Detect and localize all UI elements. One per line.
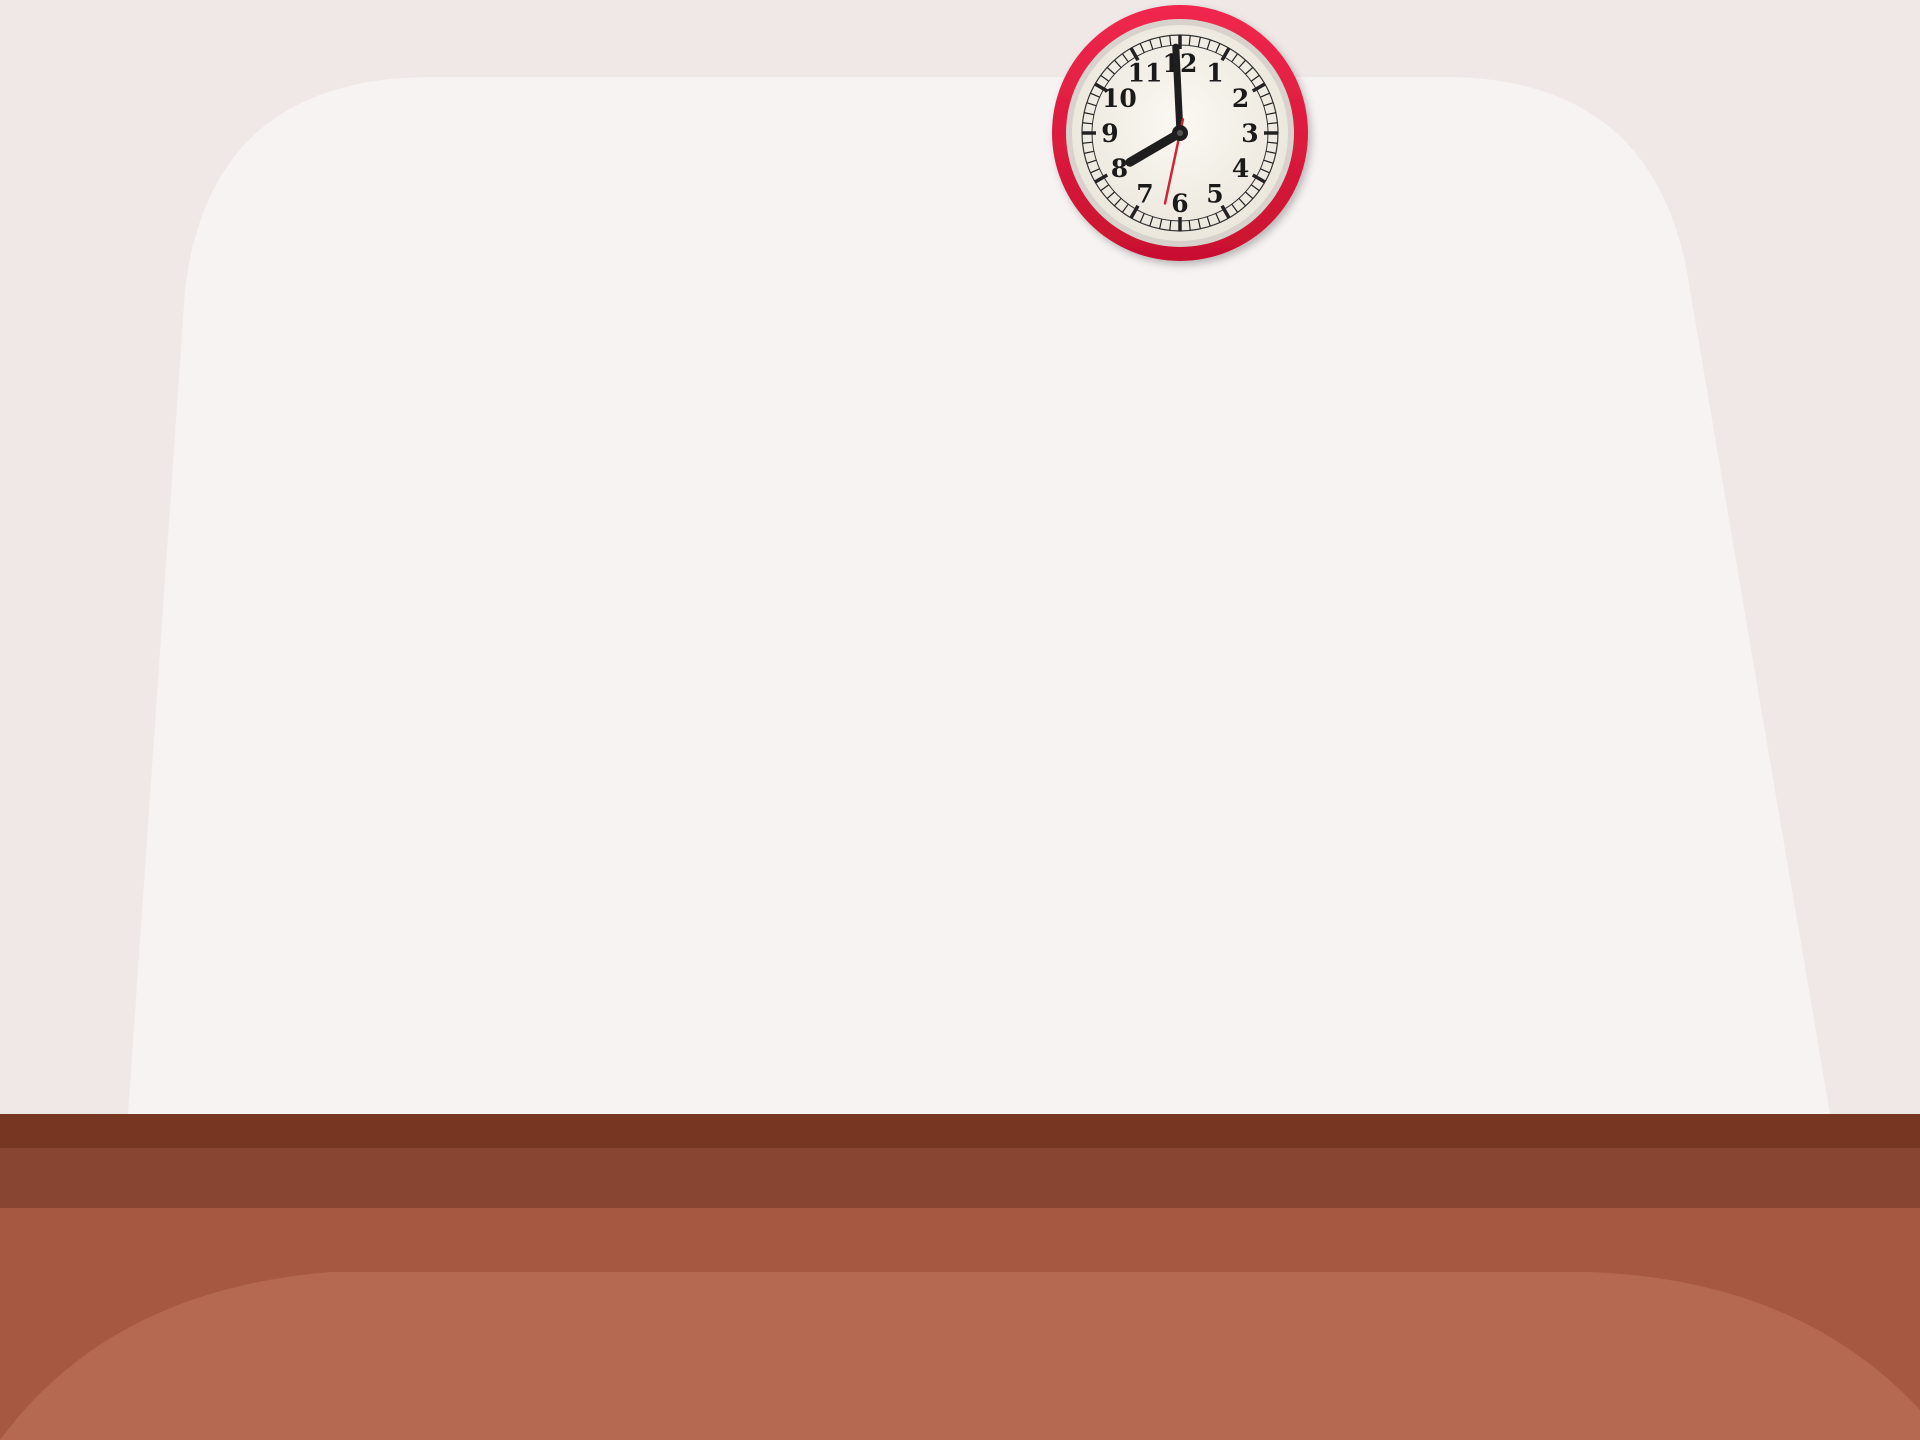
classroom-scene: 121234567891011 xyxy=(0,0,1920,1440)
clock-numeral: 11 xyxy=(1128,58,1163,87)
clock-numeral: 6 xyxy=(1171,189,1188,218)
clock-numeral: 3 xyxy=(1241,119,1258,148)
clock-numeral: 10 xyxy=(1102,84,1137,113)
minute-hand xyxy=(1172,43,1184,137)
board xyxy=(128,77,1830,1114)
clock-numeral: 8 xyxy=(1111,154,1128,183)
clock-numeral: 2 xyxy=(1232,84,1249,113)
clock-numeral: 5 xyxy=(1206,180,1223,209)
floor-highlight xyxy=(0,1272,1920,1440)
clock-numeral: 1 xyxy=(1206,58,1223,87)
clock-center-dot xyxy=(1177,130,1183,136)
baseboard-bottom xyxy=(0,1148,1920,1208)
baseboard-top xyxy=(0,1114,1920,1148)
clock-numeral: 4 xyxy=(1232,154,1249,183)
scene-canvas: 121234567891011 xyxy=(0,0,1920,1440)
clock-numeral: 7 xyxy=(1136,180,1153,209)
wall-clock: 121234567891011 xyxy=(1052,5,1308,261)
clock-numeral: 9 xyxy=(1101,119,1118,148)
